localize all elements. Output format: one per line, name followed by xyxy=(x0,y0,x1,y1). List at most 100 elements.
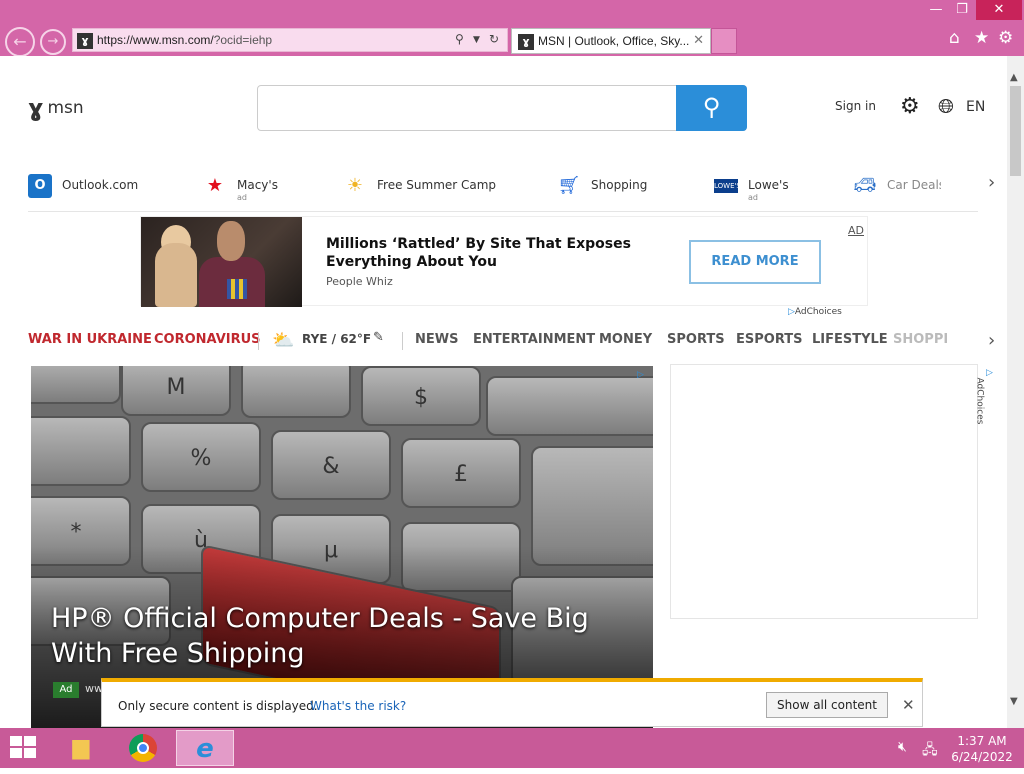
chrome-taskbar-button[interactable] xyxy=(114,730,172,766)
ad-image-person xyxy=(217,221,245,261)
taskbar: ▆ e 🔇︎ 🖧︎ 1:37 AM 6/24/2022 xyxy=(0,728,1024,768)
nav-news[interactable]: NEWS xyxy=(415,332,458,347)
quicklink-label: Car Deals xyxy=(887,178,941,192)
volume-muted-icon[interactable]: 🔇︎ xyxy=(898,739,907,755)
start-tile xyxy=(10,736,22,746)
car-icon: 🚙︎ xyxy=(853,175,877,196)
ad-headline[interactable]: Millions ‘Rattled’ By Site That Exposes … xyxy=(326,235,646,271)
ad-tag[interactable]: AD xyxy=(848,224,864,237)
keyboard-key: £ xyxy=(401,438,521,508)
forward-button[interactable]: → xyxy=(40,29,66,55)
page-scrollbar[interactable]: ▲ ▼ xyxy=(1007,56,1024,728)
file-explorer-taskbar-button[interactable]: ▆ xyxy=(52,730,110,766)
ad-source: People Whiz xyxy=(326,275,393,288)
nav-war-in-ukraine[interactable]: WAR IN UKRAINE xyxy=(28,332,152,347)
weather-location[interactable]: RYE / 62°F xyxy=(302,332,371,346)
new-tab-button[interactable] xyxy=(711,28,737,54)
sun-icon: ☀ xyxy=(346,175,364,196)
adchoices-label: AdChoices xyxy=(974,377,985,425)
chevron-right-icon[interactable]: › xyxy=(988,172,995,193)
edit-pencil-icon[interactable]: ✎ xyxy=(373,330,384,345)
infobar-message: Only secure content is displayed. xyxy=(118,699,318,713)
ad-banner[interactable]: Millions ‘Rattled’ By Site That Exposes … xyxy=(140,216,868,307)
butterfly-icon: ɣ xyxy=(28,94,44,122)
scroll-down-icon[interactable]: ▼ xyxy=(1010,696,1018,707)
back-button[interactable]: ← xyxy=(5,27,35,57)
ad-label: ad xyxy=(748,193,758,202)
nav-coronavirus[interactable]: CORONAVIRUS xyxy=(154,332,261,347)
keyboard-key xyxy=(31,416,131,486)
keyboard-key: % xyxy=(141,422,261,492)
settings-gear-icon[interactable]: ⚙ xyxy=(900,94,920,119)
refresh-icon[interactable]: ↻ xyxy=(489,32,499,46)
windows-start-icon[interactable] xyxy=(10,736,38,760)
msn-favicon-icon: ɣ xyxy=(77,33,93,49)
keyboard-key xyxy=(241,366,351,418)
restore-button[interactable]: ❐ xyxy=(948,0,976,20)
adchoices-icon[interactable]: ▷ xyxy=(637,370,644,380)
search-input[interactable] xyxy=(257,85,747,131)
close-window-button[interactable]: ✕ xyxy=(976,0,1022,20)
category-nav: WAR IN UKRAINE CORONAVIRUS ⛅ RYE / 62°F … xyxy=(0,330,1007,354)
tab-close-button[interactable]: ✕ xyxy=(693,33,704,48)
network-icon[interactable]: 🖧︎ xyxy=(922,739,938,763)
keyboard-key xyxy=(486,376,653,436)
address-url[interactable]: https://www.msn.com/?ocid=iehp xyxy=(97,33,272,47)
search-button[interactable]: ⚲ xyxy=(676,85,747,131)
back-arrow-icon: ← xyxy=(13,32,27,51)
clock-time: 1:37 AM xyxy=(957,734,1007,748)
whats-the-risk-link[interactable]: What's the risk? xyxy=(310,699,406,713)
language-selector[interactable]: EN xyxy=(966,99,985,115)
msn-logo[interactable]: ɣ msn xyxy=(28,94,84,122)
infobar-close-button[interactable]: ✕ xyxy=(902,696,915,714)
quicklink-label: Outlook.com xyxy=(62,178,139,192)
home-icon[interactable]: ⌂ xyxy=(949,28,960,48)
scroll-thumb[interactable] xyxy=(1010,86,1021,176)
scroll-up-icon[interactable]: ▲ xyxy=(1010,72,1018,83)
security-infobar: Only secure content is displayed. What's… xyxy=(101,678,923,727)
nav-sports[interactable]: SPORTS xyxy=(667,332,725,347)
tab-msn[interactable]: ɣ MSN | Outlook, Office, Sky... ✕ xyxy=(511,28,711,54)
address-query: ?ocid=iehp xyxy=(213,33,273,47)
adchoices-vertical[interactable]: ▷ AdChoices xyxy=(974,366,1002,446)
adchoices-link[interactable]: ▷AdChoices xyxy=(788,307,842,317)
quicklink-label: Free Summer Camp xyxy=(377,178,497,192)
nav-lifestyle[interactable]: LIFESTYLE xyxy=(812,332,888,347)
search-icon: ⚲ xyxy=(702,93,721,121)
start-tile xyxy=(24,748,36,758)
nav-entertainment[interactable]: ENTERTAINMENT xyxy=(473,332,595,347)
forward-arrow-icon: → xyxy=(47,34,59,49)
nav-esports[interactable]: ESPORTS xyxy=(736,332,802,347)
tab-title: MSN | Outlook, Office, Sky... xyxy=(538,34,690,48)
favorites-star-icon[interactable]: ★ xyxy=(974,28,989,48)
divider xyxy=(402,332,403,350)
taskbar-clock[interactable]: 1:37 AM 6/24/2022 xyxy=(950,733,1014,765)
weather-cloud-sun-icon[interactable]: ⛅ xyxy=(272,330,294,351)
ad-image-person xyxy=(155,243,197,307)
address-host: https://www.msn.com/ xyxy=(97,33,214,47)
chrome-icon-center xyxy=(137,742,149,754)
nav-money[interactable]: MONEY xyxy=(599,332,652,347)
ad-image xyxy=(141,217,302,307)
search-icon[interactable]: ⚲ xyxy=(455,32,464,46)
folder-icon: ▆ xyxy=(72,735,90,760)
adchoices-icon: ▷ xyxy=(986,368,993,378)
quicklink-label: Shopping xyxy=(591,178,648,192)
quicklink-car-deals[interactable]: 🚙︎ Car Deals xyxy=(853,174,941,206)
minimize-button[interactable]: — xyxy=(922,0,950,20)
side-ad[interactable] xyxy=(670,364,978,619)
hero-card[interactable]: M $ % & £ * ù μ HP® Official Computer De… xyxy=(31,366,653,728)
sign-in-link[interactable]: Sign in xyxy=(835,99,876,113)
chevron-right-icon[interactable]: › xyxy=(988,330,995,351)
show-all-content-button[interactable]: Show all content xyxy=(766,692,888,718)
internet-explorer-taskbar-button[interactable]: e xyxy=(176,730,234,766)
settings-gear-icon[interactable]: ⚙ xyxy=(998,28,1013,48)
nav-shopping[interactable]: SHOPPI xyxy=(893,332,948,347)
dropdown-icon[interactable]: ▼ xyxy=(473,35,480,45)
cart-icon: 🛒︎ xyxy=(557,175,581,196)
hero-title[interactable]: HP® Official Computer Deals - Save Big W… xyxy=(51,601,641,671)
start-tile xyxy=(24,736,36,746)
globe-icon[interactable]: 🌐︎ xyxy=(938,94,954,118)
address-bar[interactable]: ɣ https://www.msn.com/?ocid=iehp ⚲ ▼ ↻ xyxy=(72,28,508,52)
read-more-button[interactable]: READ MORE xyxy=(689,240,821,284)
